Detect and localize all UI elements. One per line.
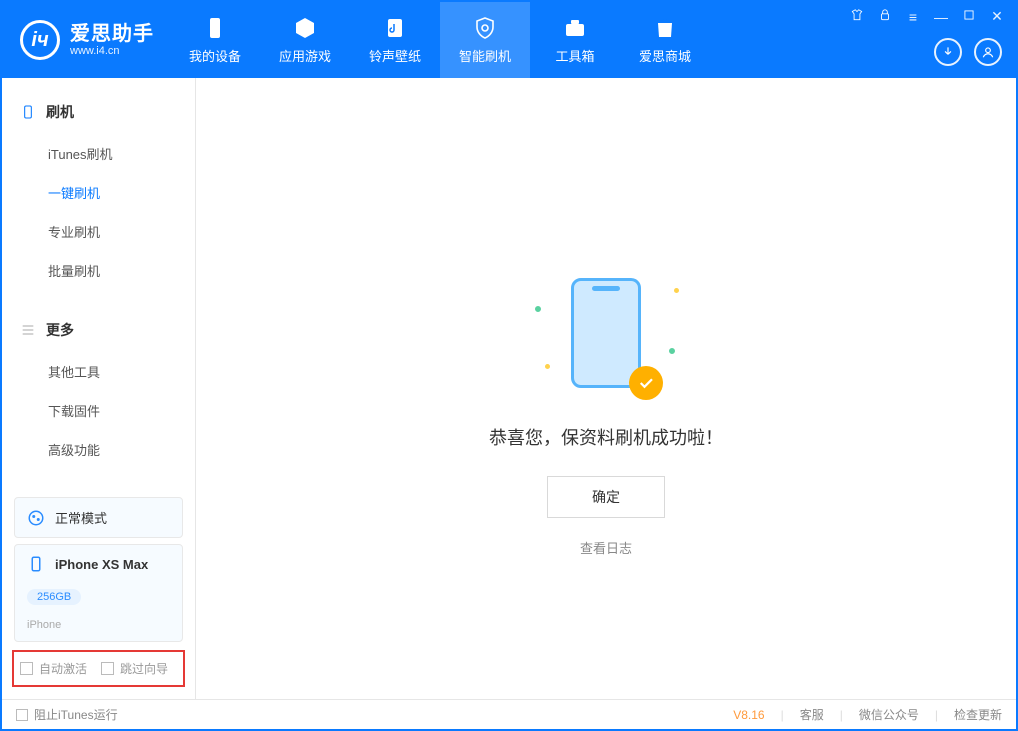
checkbox-label: 跳过向导 [120, 660, 168, 677]
sidebar-header-more: 更多 [2, 314, 195, 346]
sidebar-section-title: 更多 [46, 320, 74, 340]
wechat-link[interactable]: 微信公众号 [859, 706, 919, 723]
window-controls: ≡ — ✕ [848, 8, 1006, 25]
top-nav: 我的设备 应用游戏 铃声壁纸 智能刷机 工具箱 爱思商城 [170, 2, 710, 78]
app-logo: iч 爱思助手 www.i4.cn [2, 2, 170, 78]
sidebar-item-advanced[interactable]: 高级功能 [2, 430, 195, 469]
checkmark-badge-icon [629, 366, 663, 400]
status-bar: 阻止iTunes运行 V8.16 | 客服 | 微信公众号 | 检查更新 [2, 699, 1016, 729]
device-card[interactable]: iPhone XS Max 256GB iPhone [14, 544, 183, 642]
checkbox-label: 阻止iTunes运行 [34, 706, 118, 723]
sparkle-icon [673, 287, 680, 294]
checkbox-skip-guide[interactable]: 跳过向导 [101, 660, 168, 677]
success-illustration [551, 278, 661, 398]
checkbox-icon [20, 662, 33, 675]
checkbox-stop-itunes[interactable]: 阻止iTunes运行 [16, 706, 118, 723]
sidebar-section-more: 更多 其他工具 下载固件 高级功能 [2, 296, 195, 475]
nav-label: 铃声壁纸 [369, 46, 421, 65]
shirt-icon[interactable] [848, 8, 866, 25]
separator: | [935, 708, 938, 722]
device-subtype: iPhone [27, 619, 61, 631]
device-icon [20, 104, 36, 120]
mode-card[interactable]: 正常模式 [14, 497, 183, 538]
sidebar-section-title: 刷机 [46, 102, 74, 122]
sparkle-icon [544, 363, 551, 370]
nav-toolbox[interactable]: 工具箱 [530, 2, 620, 78]
nav-label: 我的设备 [189, 46, 241, 65]
shield-refresh-icon [473, 16, 497, 40]
nav-label: 应用游戏 [279, 46, 331, 65]
minimize-button[interactable]: — [932, 9, 950, 25]
checkbox-icon [101, 662, 114, 675]
sparkle-icon [534, 305, 542, 313]
nav-my-device[interactable]: 我的设备 [170, 2, 260, 78]
sidebar-item-download-firmware[interactable]: 下载固件 [2, 391, 195, 430]
toolbox-icon [563, 16, 587, 40]
device-name: iPhone XS Max [55, 557, 148, 572]
nav-ringtones-wallpapers[interactable]: 铃声壁纸 [350, 2, 440, 78]
checkbox-auto-activate[interactable]: 自动激活 [20, 660, 87, 677]
device-phone-icon [27, 555, 45, 573]
sparkle-icon [668, 347, 676, 355]
phone-outline-icon [571, 278, 641, 388]
check-update-link[interactable]: 检查更新 [954, 706, 1002, 723]
download-button[interactable] [934, 38, 962, 66]
support-link[interactable]: 客服 [800, 706, 824, 723]
header-bar: iч 爱思助手 www.i4.cn 我的设备 应用游戏 铃声壁纸 智能刷机 工具… [2, 2, 1016, 78]
confirm-button[interactable]: 确定 [547, 476, 665, 518]
close-button[interactable]: ✕ [988, 8, 1006, 25]
bottom-checkbox-row: 自动激活 跳过向导 [12, 650, 185, 687]
checkbox-label: 自动激活 [39, 660, 87, 677]
nav-label: 工具箱 [555, 46, 594, 65]
nav-store[interactable]: 爱思商城 [620, 2, 710, 78]
separator: | [840, 708, 843, 722]
sidebar-item-itunes-flash[interactable]: iTunes刷机 [2, 134, 195, 173]
phone-icon [203, 16, 227, 40]
sidebar: 刷机 iTunes刷机 一键刷机 专业刷机 批量刷机 更多 其他工具 下载固件 … [2, 78, 196, 699]
separator: | [781, 708, 784, 722]
view-log-link[interactable]: 查看日志 [580, 538, 632, 557]
user-profile-button[interactable] [974, 38, 1002, 66]
success-message: 恭喜您，保资料刷机成功啦！ [489, 424, 723, 450]
nav-label: 爱思商城 [639, 46, 691, 65]
maximize-button[interactable] [960, 8, 978, 25]
shopping-bag-icon [653, 16, 677, 40]
menu-icon[interactable]: ≡ [904, 9, 922, 25]
sidebar-item-pro-flash[interactable]: 专业刷机 [2, 212, 195, 251]
sidebar-item-batch-flash[interactable]: 批量刷机 [2, 251, 195, 290]
sidebar-section-flash: 刷机 iTunes刷机 一键刷机 专业刷机 批量刷机 [2, 78, 195, 296]
mode-label: 正常模式 [55, 508, 107, 527]
list-icon [20, 322, 36, 338]
music-note-icon [383, 16, 407, 40]
cube-icon [293, 16, 317, 40]
device-storage: 256GB [27, 589, 81, 605]
sidebar-header-flash: 刷机 [2, 96, 195, 128]
checkbox-icon [16, 709, 28, 721]
sidebar-item-oneclick-flash[interactable]: 一键刷机 [2, 173, 195, 212]
nav-label: 智能刷机 [459, 46, 511, 65]
lock-icon[interactable] [876, 8, 894, 25]
body: 刷机 iTunes刷机 一键刷机 专业刷机 批量刷机 更多 其他工具 下载固件 … [2, 78, 1016, 699]
main-content: 恭喜您，保资料刷机成功啦！ 确定 查看日志 [196, 78, 1016, 699]
header-right-buttons [934, 38, 1002, 66]
logo-icon: iч [20, 20, 60, 60]
app-name-en: www.i4.cn [70, 45, 154, 57]
app-name-cn: 爱思助手 [70, 23, 154, 45]
nav-smart-flash[interactable]: 智能刷机 [440, 2, 530, 78]
sidebar-item-other-tools[interactable]: 其他工具 [2, 352, 195, 391]
nav-apps-games[interactable]: 应用游戏 [260, 2, 350, 78]
normal-mode-icon [27, 509, 45, 527]
version-text: V8.16 [733, 708, 764, 722]
